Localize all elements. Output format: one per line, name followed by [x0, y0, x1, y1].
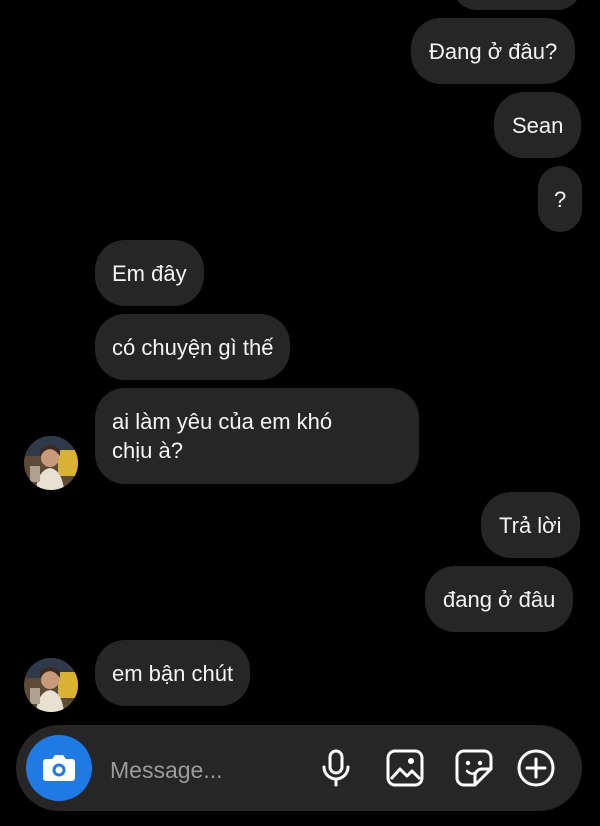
sticker-icon: [455, 749, 493, 787]
message-text-line: ai làm yêu của em khó: [112, 409, 333, 434]
avatar-photo-icon: [24, 658, 78, 712]
message-bubble-outgoing[interactable]: Đang ở đâu?: [411, 18, 576, 84]
sticker-button[interactable]: [453, 747, 495, 789]
add-button[interactable]: [515, 747, 557, 789]
gallery-button[interactable]: [384, 747, 426, 789]
message-text: ?: [554, 186, 567, 212]
message-composer: [16, 725, 582, 811]
avatar-photo-icon: [24, 436, 78, 490]
message-bubble-partial[interactable]: [452, 0, 582, 10]
microphone-icon: [322, 749, 350, 787]
message-text: đang ở đâu: [443, 586, 556, 612]
camera-button[interactable]: [26, 735, 92, 801]
message-text: có chuyện gì thế: [112, 334, 274, 360]
message-text: Sean: [512, 112, 564, 138]
message-bubble-outgoing[interactable]: đang ở đâu: [425, 566, 574, 632]
message-bubble-outgoing[interactable]: Sean: [494, 92, 582, 158]
message-bubble-outgoing[interactable]: Trả lời: [481, 492, 580, 558]
message-text: Trả lời: [499, 512, 562, 538]
message-text: em bận chút: [112, 660, 234, 686]
message-bubble-incoming[interactable]: em bận chút: [95, 640, 251, 706]
microphone-button[interactable]: [315, 747, 357, 789]
message-text: Đang ở đâu?: [429, 38, 558, 64]
message-bubble-outgoing[interactable]: ?: [538, 166, 583, 232]
contact-avatar[interactable]: [24, 658, 78, 712]
plus-icon: [517, 749, 555, 787]
camera-icon: [43, 755, 75, 781]
message-bubble-incoming[interactable]: Em đây: [95, 240, 204, 306]
message-input[interactable]: [108, 753, 302, 787]
message-bubble-incoming[interactable]: có chuyện gì thế: [95, 314, 291, 380]
contact-avatar[interactable]: [24, 436, 78, 490]
message-text: Em đây: [112, 260, 187, 286]
message-bubble-incoming[interactable]: ai làm yêu của em khó chịu à?: [95, 388, 419, 484]
message-text-line: chịu à?: [112, 438, 183, 463]
gallery-icon: [386, 749, 424, 787]
